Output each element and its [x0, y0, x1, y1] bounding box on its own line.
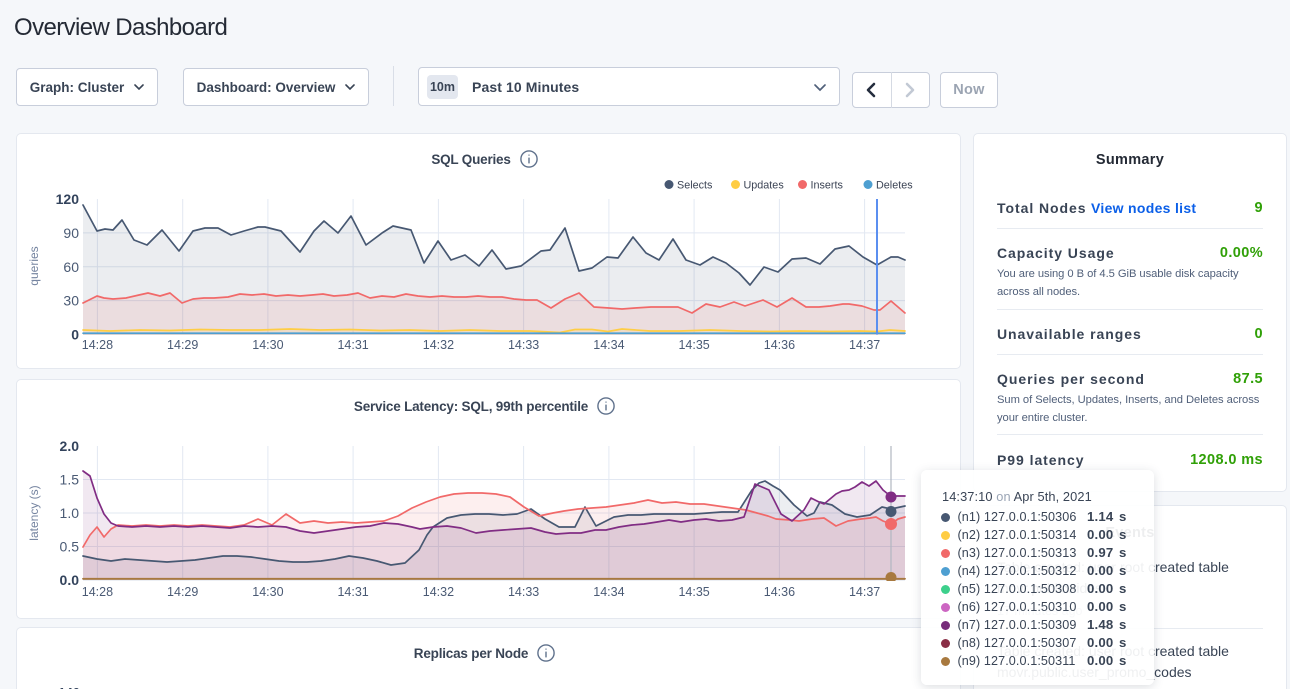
svg-text:30: 30: [63, 293, 79, 309]
svg-text:14:32: 14:32: [423, 338, 454, 352]
svg-text:14:36: 14:36: [764, 338, 795, 352]
svg-text:14:29: 14:29: [167, 585, 198, 599]
svg-text:14:30: 14:30: [252, 338, 283, 352]
svg-text:14:28: 14:28: [82, 338, 113, 352]
svg-text:14:28: 14:28: [82, 585, 113, 599]
svg-text:Selects: Selects: [677, 180, 713, 192]
svg-text:0.0: 0.0: [60, 572, 80, 588]
svg-text:14:29: 14:29: [167, 338, 198, 352]
svg-text:Updates: Updates: [744, 180, 785, 192]
svg-text:14:36: 14:36: [764, 585, 795, 599]
svg-text:14:33: 14:33: [508, 585, 539, 599]
svg-text:14:37: 14:37: [849, 338, 880, 352]
svg-text:120: 120: [56, 191, 80, 207]
svg-text:14:30: 14:30: [252, 585, 283, 599]
svg-text:1.5: 1.5: [60, 472, 80, 488]
svg-text:Inserts: Inserts: [811, 180, 844, 192]
svg-text:140: 140: [58, 685, 80, 689]
svg-text:14:35: 14:35: [678, 338, 709, 352]
svg-text:14:37: 14:37: [849, 585, 880, 599]
svg-text:queries: queries: [27, 246, 41, 285]
svg-text:14:33: 14:33: [508, 338, 539, 352]
svg-text:60: 60: [63, 259, 79, 275]
svg-text:0.5: 0.5: [60, 539, 80, 555]
svg-text:latency (s): latency (s): [27, 485, 41, 540]
svg-text:90: 90: [63, 225, 79, 241]
svg-text:14:32: 14:32: [423, 585, 454, 599]
svg-text:14:31: 14:31: [337, 338, 368, 352]
svg-text:1.0: 1.0: [60, 505, 80, 521]
svg-text:14:34: 14:34: [593, 338, 624, 352]
svg-text:Deletes: Deletes: [876, 180, 913, 192]
svg-text:14:35: 14:35: [678, 585, 709, 599]
svg-text:14:34: 14:34: [593, 585, 624, 599]
svg-text:0: 0: [71, 327, 79, 343]
svg-text:14:31: 14:31: [337, 585, 368, 599]
svg-text:2.0: 2.0: [60, 438, 80, 454]
